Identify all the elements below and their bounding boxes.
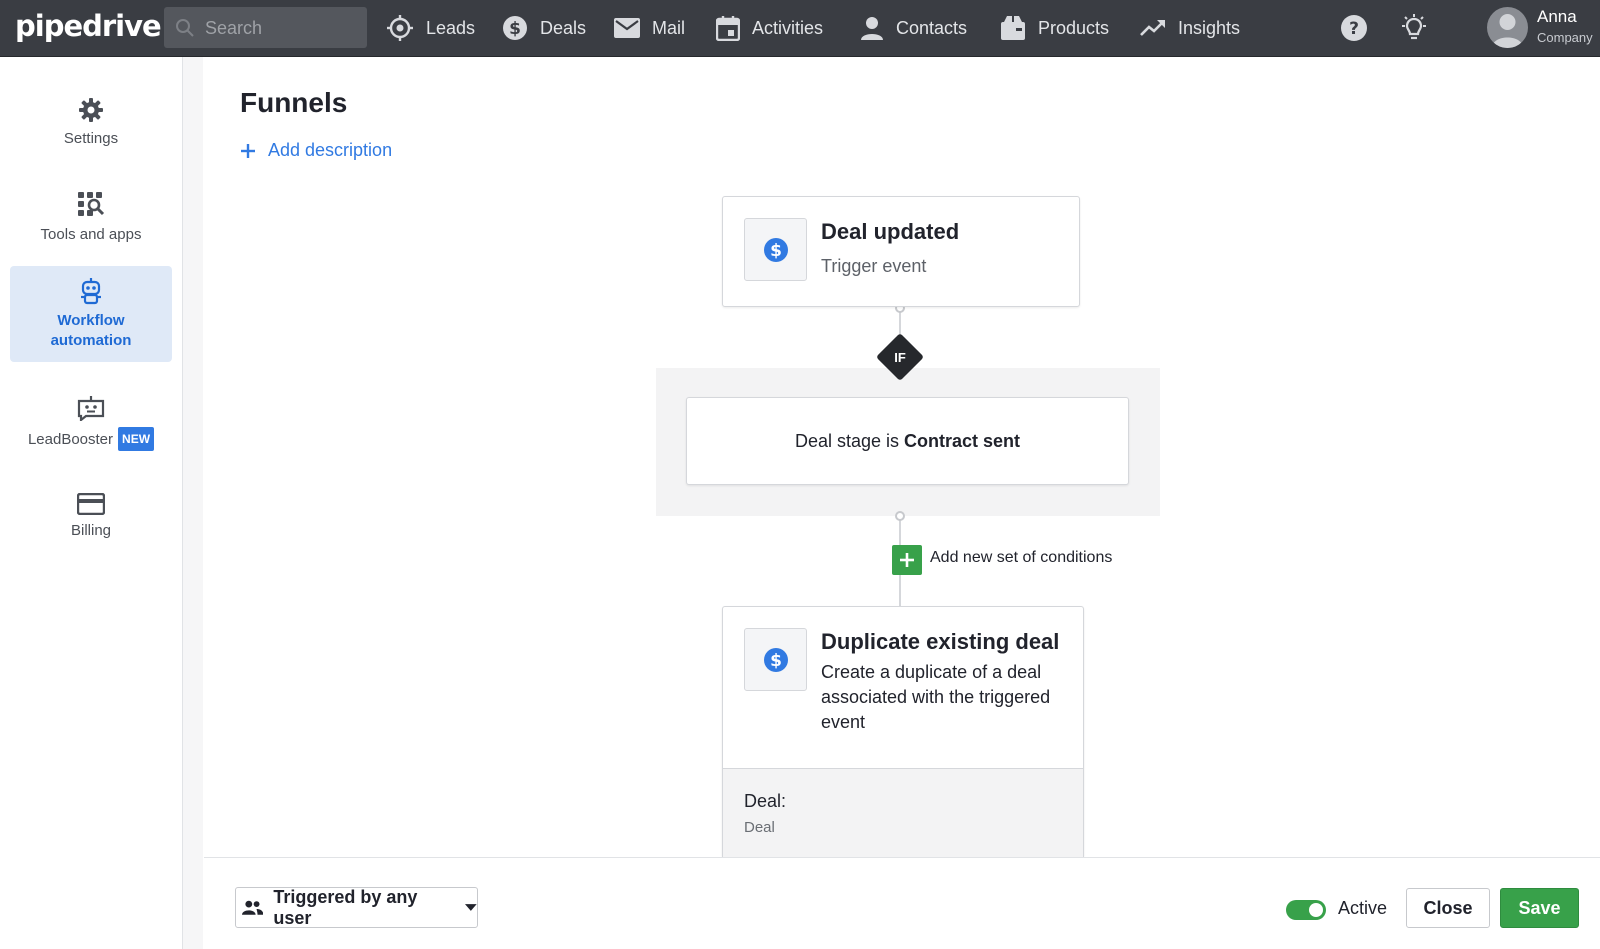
- nav-contacts-label: Contacts: [896, 17, 968, 38]
- nav-insights[interactable]: Insights: [1140, 0, 1240, 56]
- nav-deals-label: Deals: [540, 17, 587, 38]
- target-icon: [387, 15, 413, 41]
- bottom-action-bar: Triggered by any user Active Close Save: [204, 857, 1600, 949]
- sidebar-item-tools[interactable]: Tools and apps: [10, 170, 172, 266]
- users-icon: [242, 900, 264, 915]
- box-icon: [1001, 16, 1025, 40]
- nav-leads-label: Leads: [426, 17, 476, 38]
- search-input[interactable]: Search: [205, 18, 262, 39]
- save-button[interactable]: Save: [1500, 888, 1579, 928]
- svg-text:$: $: [770, 651, 782, 671]
- action-fields: Deal: Deal: [723, 768, 1083, 857]
- plus-icon: [241, 143, 255, 158]
- trigger-subtitle: Trigger event: [821, 256, 927, 276]
- active-label: Active: [1338, 898, 1388, 918]
- gear-icon: [79, 98, 103, 122]
- deal-field-label: Deal:: [744, 791, 787, 811]
- person-icon: [1492, 14, 1523, 48]
- sidebar-item-label: Workflow automation: [50, 312, 132, 349]
- trigger-icon-box: $: [744, 218, 807, 281]
- calendar-icon: [716, 16, 740, 41]
- nav-products[interactable]: Products: [1000, 0, 1109, 56]
- action-icon-box: $: [744, 628, 807, 691]
- sidebar-item-label: Settings: [63, 130, 119, 147]
- sidebar-item-billing[interactable]: Billing: [10, 469, 172, 565]
- sidebar-item-label: Tools and apps: [40, 226, 142, 243]
- trigger-card[interactable]: $ Deal updated Trigger event: [722, 196, 1080, 307]
- nav-contacts[interactable]: Contacts: [860, 0, 967, 56]
- sidebar-item-workflow-automation[interactable]: Workflow automation: [10, 266, 172, 362]
- top-navigation-bar: pipedrive Search Leads $ Deals Mail Acti…: [0, 0, 1600, 57]
- chatbot-icon: [77, 396, 105, 421]
- if-node-label: IF: [894, 349, 906, 365]
- help-icon[interactable]: ?: [1340, 14, 1368, 42]
- page-title[interactable]: Funnels: [240, 87, 347, 119]
- action-card[interactable]: $ Duplicate existing deal Create a dupli…: [722, 606, 1084, 857]
- mail-icon: [614, 18, 640, 38]
- nav-insights-label: Insights: [1178, 17, 1241, 38]
- svg-text:?: ?: [1349, 19, 1359, 39]
- sidebar-item-label: LeadBooster: [27, 431, 114, 448]
- condition-prefix: Deal stage is: [794, 430, 900, 451]
- dollar-icon: $: [763, 647, 788, 672]
- avatar[interactable]: [1487, 7, 1528, 48]
- dollar-icon: $: [503, 16, 527, 40]
- sidebar-item-label-row: LeadBooster NEW: [27, 427, 155, 451]
- settings-sidebar: Settings Tools and apps Workflow automat…: [0, 57, 203, 949]
- user-name[interactable]: Anna: [1537, 7, 1577, 27]
- deal-field-value: Deal: [744, 819, 775, 836]
- condition-value: Contract sent: [904, 430, 1021, 451]
- connector-dot: [895, 511, 905, 521]
- nav-activities-label: Activities: [752, 17, 824, 38]
- sidebar-item-leadbooster[interactable]: LeadBooster NEW: [10, 375, 172, 471]
- svg-text:$: $: [509, 19, 521, 39]
- search-icon: [176, 19, 194, 37]
- trigger-user-select-value: Triggered by any user: [273, 886, 418, 928]
- nav-deals[interactable]: $ Deals: [502, 0, 586, 56]
- user-company: Company: [1537, 30, 1593, 45]
- sidebar-item-label: Billing: [70, 522, 112, 539]
- trigger-user-select[interactable]: Triggered by any user: [235, 887, 478, 928]
- plus-icon: [900, 553, 914, 567]
- add-description-link[interactable]: Add description: [240, 140, 392, 161]
- nav-products-label: Products: [1038, 17, 1110, 38]
- robot-icon: [81, 278, 101, 305]
- active-toggle[interactable]: [1286, 900, 1326, 920]
- svg-text:$: $: [770, 241, 782, 261]
- person-icon: [861, 17, 883, 40]
- action-description: Create a duplicate of a deal associated …: [821, 662, 1051, 732]
- action-title: Duplicate existing deal: [821, 629, 1060, 654]
- credit-card-icon: [77, 493, 105, 515]
- nav-leads[interactable]: Leads: [386, 0, 475, 56]
- new-badge: NEW: [118, 427, 155, 451]
- sidebar-item-settings[interactable]: Settings: [10, 75, 172, 171]
- trigger-title: Deal updated: [821, 219, 960, 244]
- trend-icon: [1140, 20, 1165, 36]
- tools-icon: [78, 192, 105, 216]
- dollar-icon: $: [763, 237, 788, 262]
- nav-mail-label: Mail: [652, 17, 686, 38]
- condition-card[interactable]: Deal stage is Contract sent: [686, 397, 1129, 485]
- search-box[interactable]: Search: [164, 7, 367, 48]
- pipedrive-logo[interactable]: pipedrive: [15, 9, 162, 43]
- nav-mail[interactable]: Mail: [614, 0, 685, 56]
- lightbulb-icon[interactable]: [1400, 14, 1428, 44]
- add-conditions-button[interactable]: [892, 545, 922, 575]
- workflow-canvas: Funnels Add description Deal stage is Co…: [204, 57, 1600, 857]
- close-button[interactable]: Close: [1406, 888, 1490, 928]
- add-conditions-label[interactable]: Add new set of conditions: [930, 549, 1112, 567]
- caret-down-icon: [465, 903, 477, 911]
- add-description-label: Add description: [268, 140, 393, 160]
- nav-activities[interactable]: Activities: [716, 0, 823, 56]
